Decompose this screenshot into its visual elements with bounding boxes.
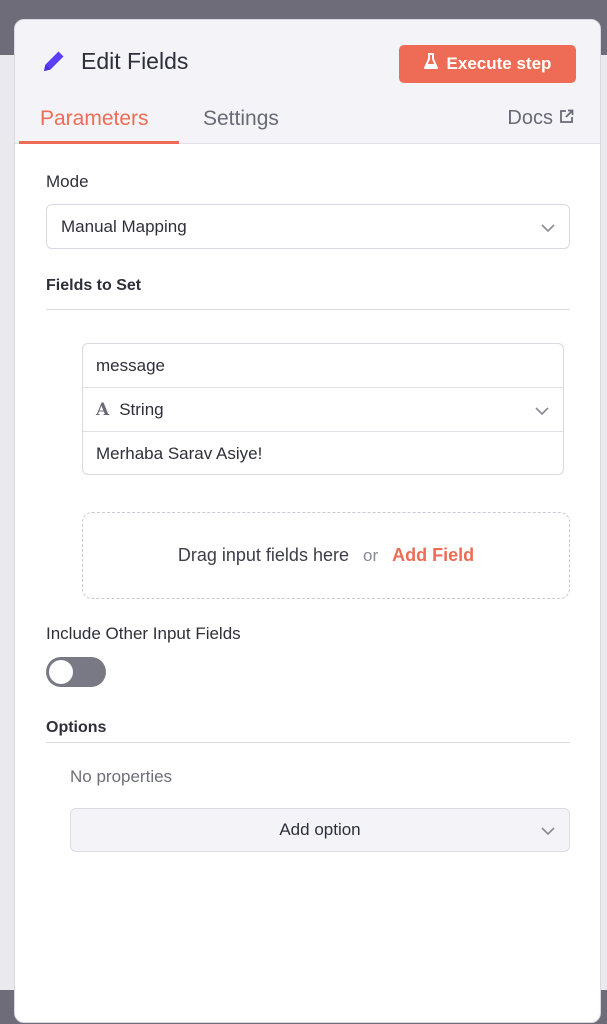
- toggle-knob: [49, 660, 73, 684]
- execute-step-button[interactable]: Execute step: [399, 45, 576, 83]
- active-tab-indicator: [19, 141, 179, 144]
- field-value-input[interactable]: Merhaba Sarav Asiye!: [83, 432, 563, 476]
- dropzone-or: or: [362, 545, 379, 565]
- include-other-toggle[interactable]: [46, 657, 106, 687]
- field-type-value: String: [119, 399, 164, 419]
- section-divider: [46, 309, 570, 310]
- options-label: Options: [46, 719, 107, 736]
- docs-label: Docs: [507, 107, 553, 129]
- add-option-button[interactable]: Add option: [70, 808, 570, 852]
- no-properties-text: No properties: [70, 767, 173, 786]
- panel-header: Edit Fields Execute step Parameters Sett…: [15, 20, 600, 144]
- execute-step-label: Execute step: [446, 54, 552, 73]
- dropzone-text: Drag input fields here: [177, 545, 349, 565]
- field-type-select[interactable]: A String: [83, 388, 563, 432]
- tab-bar: Parameters Settings Docs: [15, 101, 600, 144]
- edit-fields-panel: Edit Fields Execute step Parameters Sett…: [14, 19, 601, 1023]
- field-name-value: message: [96, 355, 165, 375]
- chevron-down-icon: [541, 217, 555, 237]
- tab-parameters[interactable]: Parameters: [40, 107, 149, 131]
- field-dropzone[interactable]: Drag input fields here or Add Field: [82, 512, 570, 599]
- add-option-label: Add option: [279, 820, 361, 839]
- include-other-label: Include Other Input Fields: [46, 624, 241, 643]
- chevron-down-icon: [541, 820, 555, 840]
- docs-link[interactable]: Docs: [507, 107, 574, 130]
- title-row: Edit Fields: [39, 46, 188, 76]
- field-value-text: Merhaba Sarav Asiye!: [96, 444, 263, 463]
- mode-value: Manual Mapping: [61, 216, 187, 236]
- flask-icon: [423, 53, 438, 75]
- string-type-icon: A: [96, 399, 110, 420]
- panel-title: Edit Fields: [81, 47, 189, 74]
- field-assignment-card: message A String Merhaba Sarav Asiye!: [82, 343, 564, 475]
- pencil-icon: [39, 46, 69, 76]
- chevron-down-icon: [535, 400, 549, 420]
- field-name-input[interactable]: message: [83, 344, 563, 388]
- fields-to-set-label: Fields to Set: [46, 277, 142, 294]
- tab-settings[interactable]: Settings: [203, 107, 279, 131]
- add-field-button[interactable]: Add Field: [392, 545, 474, 566]
- external-link-icon: [559, 107, 574, 130]
- mode-label: Mode: [46, 172, 89, 191]
- options-divider: [46, 742, 570, 743]
- mode-select[interactable]: Manual Mapping: [46, 204, 570, 249]
